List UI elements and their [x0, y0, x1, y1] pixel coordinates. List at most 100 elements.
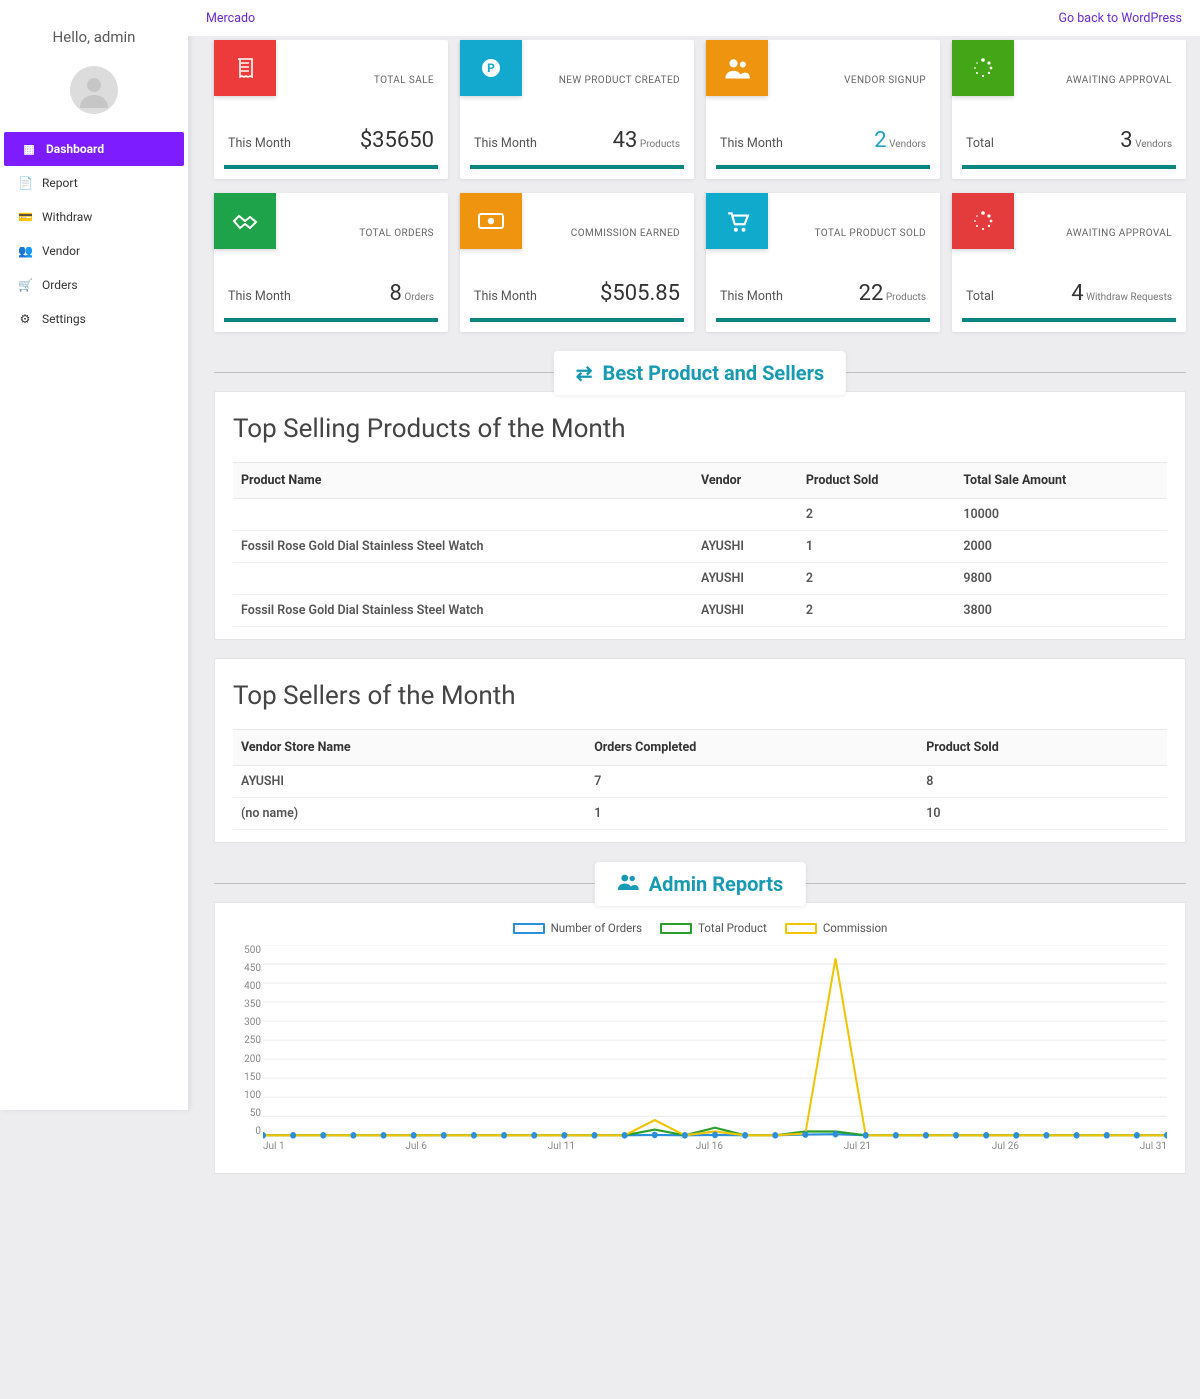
line-chart — [263, 945, 1167, 1155]
stat-cards-row-2: TOTAL ORDERSThis Month8 OrdersCOMMISSION… — [214, 193, 1186, 332]
legend-swatch — [513, 923, 545, 934]
avatar-icon — [74, 70, 114, 110]
stat-card-period: This Month — [228, 289, 291, 304]
table-cell: (no name) — [233, 798, 586, 830]
table-row: Fossil Rose Gold Dial Stainless Steel Wa… — [233, 595, 1167, 627]
svg-text:P: P — [487, 61, 495, 75]
table-cell — [233, 563, 693, 595]
sidebar-item-orders[interactable]: 🛒Orders — [0, 268, 188, 302]
sidebar-item-label: Vendor — [42, 244, 80, 258]
stat-card-bar — [470, 165, 684, 169]
stat-card: TOTAL SALEThis Month$35650 — [214, 40, 448, 179]
stat-card-bar — [224, 318, 438, 322]
spinner-icon — [952, 40, 1014, 96]
legend-swatch — [660, 923, 692, 934]
money-icon — [460, 193, 522, 249]
section-title-pill: ⇄ Best Product and Sellers — [554, 351, 846, 395]
users-icon: 👥 — [18, 244, 32, 258]
sidebar-item-label: Settings — [42, 312, 86, 326]
table-cell: AYUSHI — [693, 563, 798, 595]
legend-label: Total Product — [698, 921, 767, 935]
users-icon — [706, 40, 768, 96]
table-row: AYUSHI78 — [233, 766, 1167, 798]
handshake-icon — [214, 193, 276, 249]
cart-icon: 🛒 — [18, 278, 32, 292]
top-sellers-panel: Top Sellers of the Month Vendor Store Na… — [214, 658, 1186, 843]
table-cell: 8 — [918, 766, 1167, 798]
stat-card-period: This Month — [474, 289, 537, 304]
cart-icon — [706, 193, 768, 249]
legend-item[interactable]: Number of Orders — [513, 921, 642, 935]
stat-card-value: 2 — [874, 128, 886, 153]
chart-x-labels: Jul 1Jul 6Jul 11Jul 16Jul 21Jul 26Jul 31 — [263, 1141, 1167, 1155]
brand-link[interactable]: Mercado — [206, 11, 255, 26]
sidebar: Hello, admin ▦Dashboard📄Report💳Withdraw👥… — [0, 0, 188, 1110]
sidebar-item-withdraw[interactable]: 💳Withdraw — [0, 200, 188, 234]
sidebar-item-settings[interactable]: ⚙Settings — [0, 302, 188, 336]
table-row: (no name)110 — [233, 798, 1167, 830]
chart-area: 500450400350300250200150100500 Jul 1Jul … — [263, 945, 1167, 1155]
stat-card-period: This Month — [720, 289, 783, 304]
stat-card: VENDOR SIGNUPThis Month2 Vendors — [706, 40, 940, 179]
table-cell: Fossil Rose Gold Dial Stainless Steel Wa… — [233, 531, 693, 563]
table-cell: 3800 — [955, 595, 1167, 627]
stat-card: PNEW PRODUCT CREATEDThis Month43 Product… — [460, 40, 694, 179]
stat-card-unit: Vendors — [887, 139, 926, 150]
section-divider: ⇄ Best Product and Sellers — [214, 372, 1186, 373]
users-icon — [617, 872, 639, 896]
chart-legend: Number of Orders Total Product Commission — [233, 913, 1167, 945]
stat-card-bar — [470, 318, 684, 322]
legend-item[interactable]: Total Product — [660, 921, 767, 935]
table-cell: 2000 — [955, 531, 1167, 563]
sidebar-item-vendor[interactable]: 👥 Vendor — [0, 234, 188, 268]
table-cell: AYUSHI — [233, 766, 586, 798]
table-cell: 9800 — [955, 563, 1167, 595]
stat-card-bar — [224, 165, 438, 169]
back-to-wordpress-link[interactable]: Go back to WordPress — [1059, 11, 1182, 26]
top-products-table: Product NameVendorProduct SoldTotal Sale… — [233, 462, 1167, 627]
table-header: Total Sale Amount — [955, 463, 1167, 499]
table-row: Fossil Rose Gold Dial Stainless Steel Wa… — [233, 531, 1167, 563]
section-title-text: Best Product and Sellers — [603, 361, 825, 385]
stat-card-period: Total — [966, 289, 994, 304]
stat-card-bar — [716, 318, 930, 322]
table-row: 210000 — [233, 499, 1167, 531]
table-cell: 1 — [586, 798, 918, 830]
stat-card-period: This Month — [228, 136, 291, 151]
sidebar-item-dashboard[interactable]: ▦Dashboard — [4, 132, 184, 166]
stat-card-unit: Withdraw Requests — [1084, 292, 1172, 303]
stat-card-value: $35650 — [360, 128, 434, 153]
table-cell — [233, 499, 693, 531]
table-header: Vendor Store Name — [233, 730, 586, 766]
table-cell: 1 — [798, 531, 955, 563]
stat-card-value: $505.85 — [600, 281, 680, 306]
sidebar-item-label: Report — [42, 176, 78, 190]
stat-card: TOTAL PRODUCT SOLDThis Month22 Products — [706, 193, 940, 332]
panel-heading: Top Selling Products of the Month — [233, 414, 1167, 444]
avatar — [70, 66, 118, 114]
stat-card-bar — [716, 165, 930, 169]
sidebar-item-label: Withdraw — [42, 210, 92, 224]
top-sellers-table: Vendor Store NameOrders CompletedProduct… — [233, 729, 1167, 830]
stat-card-unit: Products — [637, 139, 680, 150]
stat-card-unit: Products — [883, 292, 926, 303]
receipt-icon — [214, 40, 276, 96]
stat-cards-row-1: TOTAL SALEThis Month$35650PNEW PRODUCT C… — [214, 40, 1186, 179]
file-icon: 📄 — [18, 176, 32, 190]
chart-y-labels: 500450400350300250200150100500 — [235, 945, 261, 1137]
table-cell: 2 — [798, 563, 955, 595]
section-divider: Admin Reports — [214, 883, 1186, 884]
legend-item[interactable]: Commission — [785, 921, 888, 935]
table-cell: 2 — [798, 499, 955, 531]
stat-card-value: 22 — [859, 281, 884, 306]
table-cell: 10 — [918, 798, 1167, 830]
table-cell: Fossil Rose Gold Dial Stainless Steel Wa… — [233, 595, 693, 627]
sidebar-item-report[interactable]: 📄 Report — [0, 166, 188, 200]
table-cell: 7 — [586, 766, 918, 798]
p-icon: P — [460, 40, 522, 96]
legend-label: Number of Orders — [551, 921, 642, 935]
greeting-text: Hello, admin — [0, 0, 188, 60]
table-header: Product Name — [233, 463, 693, 499]
topbar: Mercado Go back to WordPress — [188, 0, 1200, 36]
stat-card-period: Total — [966, 136, 994, 151]
